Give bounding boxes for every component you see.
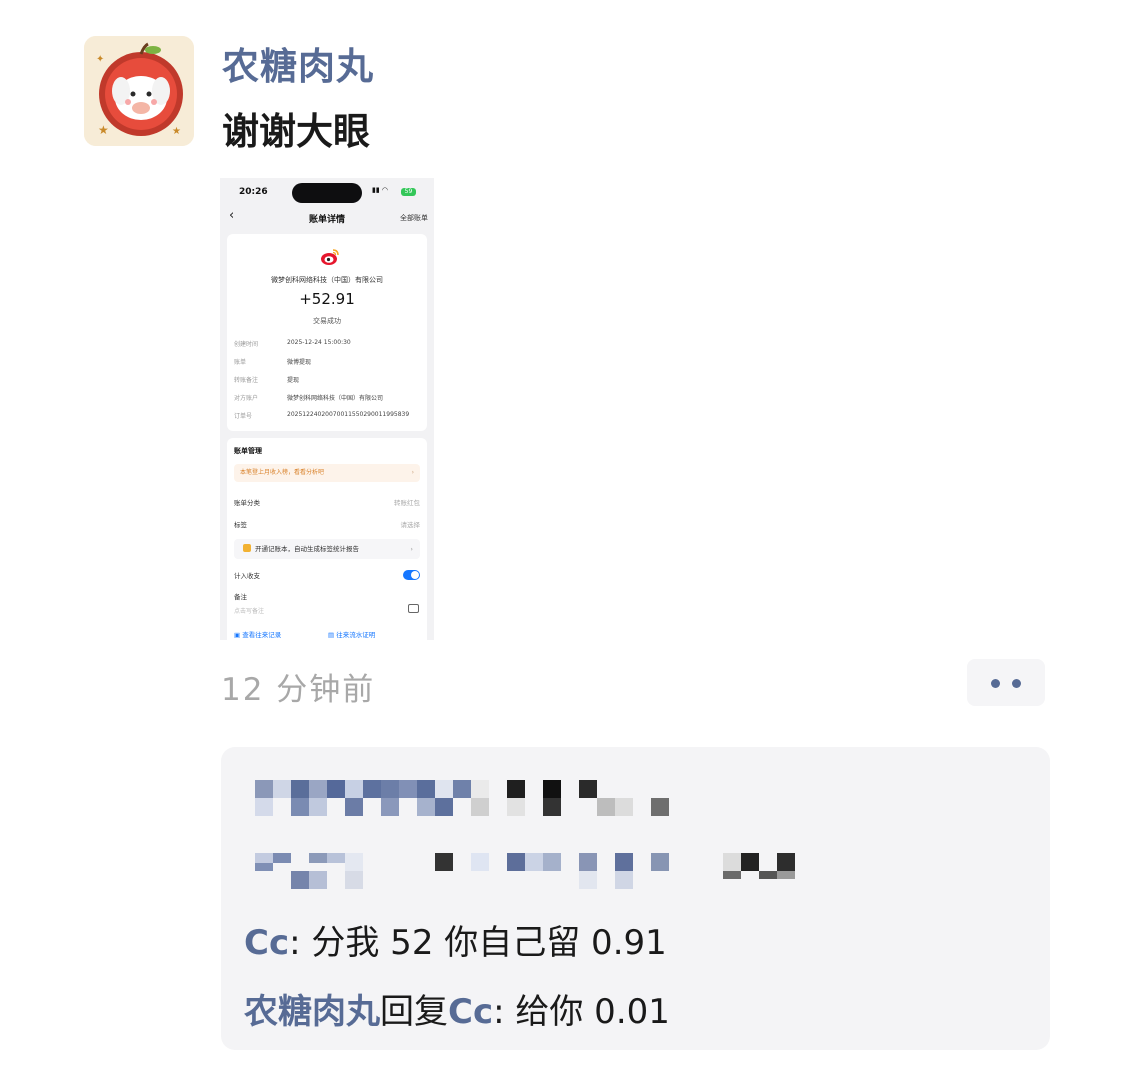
comment-text: 给你 0.01 bbox=[515, 992, 670, 1032]
detail-value: 微梦创科网络科技（中国）有限公司 bbox=[287, 395, 384, 402]
detail-value: 提现 bbox=[287, 377, 300, 384]
detail-label: 订单号 bbox=[234, 413, 253, 420]
dot-icon bbox=[1012, 679, 1021, 688]
tag-value: 请选择 bbox=[400, 521, 421, 529]
reply-target[interactable]: Cc bbox=[448, 992, 493, 1032]
detail-row: 转账备注 提现 bbox=[234, 375, 299, 384]
detail-label: 对方账户 bbox=[234, 395, 259, 402]
detail-row: 账单 微博提现 bbox=[234, 357, 311, 366]
detail-label: 转账备注 bbox=[234, 377, 259, 384]
proof-link: ▤ 往来流水证明 bbox=[328, 631, 376, 639]
category-label: 账单分类 bbox=[234, 499, 260, 507]
pixelated-comment-row bbox=[253, 853, 813, 889]
detail-label: 创建时间 bbox=[234, 341, 259, 348]
svg-text:★: ★ bbox=[172, 126, 181, 137]
comment-text: 分我 52 你自己留 0.91 bbox=[311, 923, 667, 963]
note-row: 备注 bbox=[234, 591, 420, 601]
reply-word: 回复 bbox=[380, 992, 448, 1032]
income-tip-banner: 本笔登上月收入榜，看看分析吧 › bbox=[234, 464, 420, 482]
detail-value: 2025-12-24 15:00:30 bbox=[287, 339, 351, 346]
comments-panel: Cc: 分我 52 你自己留 0.91 农糖肉丸回复Cc: 给你 0.01 bbox=[221, 747, 1050, 1050]
bill-management-title: 账单管理 bbox=[234, 447, 262, 455]
ledger-icon bbox=[243, 544, 251, 552]
camera-icon bbox=[408, 604, 419, 613]
detail-value: 微博提现 bbox=[287, 359, 312, 366]
history-link-text: 查看往来记录 bbox=[242, 631, 282, 639]
status-time: 20:26 bbox=[239, 187, 268, 197]
comment-separator: : bbox=[289, 923, 312, 963]
detail-row: 对方账户 微梦创科网络科技（中国）有限公司 bbox=[234, 393, 383, 402]
comment-separator: : bbox=[493, 992, 516, 1032]
signal-wifi-icon: ▮▮ ◠ bbox=[372, 186, 389, 194]
comment-item[interactable]: Cc: 分我 52 你自己留 0.91 bbox=[244, 915, 667, 964]
post-author-name[interactable]: 农糖肉丸 bbox=[222, 36, 374, 90]
history-link: ▣ 查看往来记录 bbox=[234, 631, 282, 639]
all-bills-link: 全部账单 bbox=[400, 214, 428, 222]
category-row: 账单分类 转账红包 bbox=[234, 497, 420, 507]
income-tip-text: 本笔登上月收入榜，看看分析吧 bbox=[240, 469, 325, 476]
post-text: 谢谢大眼 bbox=[222, 110, 370, 153]
dynamic-island bbox=[292, 183, 362, 203]
note-label: 备注 bbox=[234, 593, 247, 601]
avatar[interactable]: ★ ★ ✦ bbox=[84, 36, 194, 146]
payer-company: 微梦创科网络科技（中国）有限公司 bbox=[271, 276, 383, 284]
chevron-right-icon: › bbox=[411, 469, 414, 476]
tag-row: 标签 请选择 bbox=[234, 519, 420, 529]
comment-item[interactable]: 农糖肉丸回复Cc: 给你 0.01 bbox=[244, 984, 670, 1033]
detail-label: 账单 bbox=[234, 359, 247, 366]
post-time: 12 分钟前 bbox=[221, 672, 376, 708]
proof-link-text: 往来流水证明 bbox=[336, 631, 376, 639]
include-toggle bbox=[403, 570, 420, 580]
ledger-banner-text: 开通记账本，自动生成标签统计报告 bbox=[255, 545, 359, 553]
amount: +52.91 bbox=[299, 290, 355, 308]
ledger-banner: 开通记账本，自动生成标签统计报告 › bbox=[234, 539, 420, 559]
transaction-status: 交易成功 bbox=[313, 317, 341, 325]
bill-management-card: 账单管理 本笔登上月收入榜，看看分析吧 › 账单分类 转账红包 标签 请选择 开… bbox=[227, 438, 427, 640]
note-placeholder: 点击写备注 bbox=[234, 608, 265, 615]
apple-puppy-avatar-icon: ★ ★ ✦ bbox=[84, 36, 194, 146]
weibo-logo-icon bbox=[321, 249, 339, 265]
comment-author[interactable]: Cc bbox=[244, 923, 289, 963]
include-label: 计入收支 bbox=[234, 572, 260, 580]
include-row: 计入收支 bbox=[234, 570, 420, 580]
battery-icon: 59 bbox=[401, 188, 416, 196]
category-value: 转账红包 bbox=[394, 499, 420, 507]
detail-row: 创建时间 2025-12-24 15:00:30 bbox=[234, 339, 351, 348]
detail-value: 20251224020070011550290011995839 bbox=[287, 411, 410, 418]
bill-summary-card: 微梦创科网络科技（中国）有限公司 +52.91 交易成功 创建时间 2025-1… bbox=[227, 234, 427, 431]
svg-text:✦: ✦ bbox=[96, 54, 104, 65]
pixelated-likes-row bbox=[253, 780, 813, 816]
tag-label: 标签 bbox=[234, 521, 247, 529]
svg-text:★: ★ bbox=[98, 123, 109, 137]
detail-row: 订单号 20251224020070011550290011995839 bbox=[234, 411, 409, 420]
dot-icon bbox=[991, 679, 1000, 688]
chevron-right-icon: › bbox=[410, 545, 413, 553]
more-actions-button[interactable] bbox=[967, 659, 1045, 706]
comment-author[interactable]: 农糖肉丸 bbox=[244, 992, 380, 1032]
post-image[interactable]: 20:26 ▮▮ ◠ 59 ‹ 账单详情 全部账单 微梦创科网络科技（中国）有限… bbox=[220, 178, 434, 640]
